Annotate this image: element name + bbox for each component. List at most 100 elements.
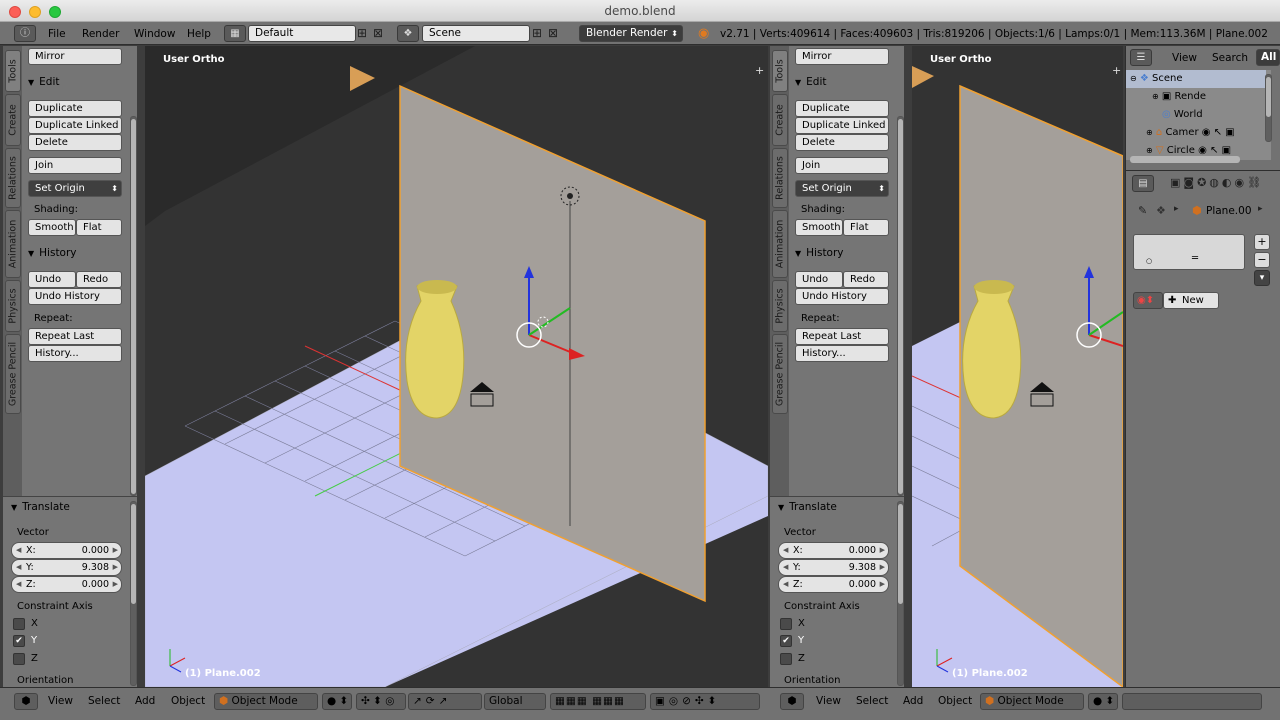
- history-section-header[interactable]: ▼ History: [795, 247, 844, 259]
- constraint-z-checkbox[interactable]: [13, 653, 25, 665]
- render-engine-dropdown[interactable]: Blender Render ⬍: [579, 25, 683, 42]
- tab-grease-pencil[interactable]: Grease Pencil: [5, 334, 21, 414]
- outliner-row-world[interactable]: ◎ World: [1126, 106, 1266, 124]
- mirror-button[interactable]: Mirror: [28, 48, 122, 65]
- add-layout-icon[interactable]: ⊞: [357, 26, 367, 40]
- mirror-button[interactable]: Mirror: [795, 48, 889, 65]
- editor-type-icon[interactable]: ⬢: [780, 693, 804, 710]
- duplicate-linked-button[interactable]: Duplicate Linked: [795, 117, 889, 134]
- tab-create[interactable]: Create: [772, 94, 788, 146]
- render-toggle-icon[interactable]: ▣: [1225, 127, 1234, 138]
- eye-icon[interactable]: ◉: [1198, 145, 1207, 156]
- delete-button[interactable]: Delete: [28, 134, 122, 151]
- translate-panel-header[interactable]: ▼ Translate: [778, 501, 837, 513]
- history-button[interactable]: History...: [795, 345, 889, 362]
- properties-editor-icon[interactable]: ▤: [1132, 175, 1154, 192]
- help-menu[interactable]: Help: [187, 28, 211, 40]
- plus-icon[interactable]: +: [1112, 64, 1121, 77]
- tool-shelf-scrollbar[interactable]: [897, 116, 904, 496]
- snap-tools[interactable]: ▣◎⊘✣⬍: [650, 693, 760, 710]
- cursor-icon[interactable]: ↖: [1210, 145, 1218, 156]
- join-button[interactable]: Join: [795, 157, 889, 174]
- drag-handle-icon[interactable]: ═: [1192, 253, 1198, 264]
- outliner-row-camera[interactable]: ⊕ ⌂ Camer ◉ ↖ ▣: [1126, 124, 1266, 142]
- window-menu[interactable]: Window: [134, 28, 175, 40]
- smooth-button[interactable]: Smooth: [28, 219, 76, 236]
- plus-icon[interactable]: +: [755, 64, 764, 77]
- orientation-dropdown[interactable]: Global: [484, 693, 546, 710]
- scene-icon[interactable]: ❖: [397, 25, 419, 42]
- add-slot-button[interactable]: +: [1254, 234, 1270, 250]
- select-menu[interactable]: Select: [88, 695, 120, 707]
- redo-button[interactable]: Redo: [76, 271, 122, 288]
- smooth-button[interactable]: Smooth: [795, 219, 843, 236]
- tab-relations[interactable]: Relations: [772, 148, 788, 208]
- eye-icon[interactable]: ◉: [1202, 127, 1211, 138]
- repeat-last-button[interactable]: Repeat Last: [28, 328, 122, 345]
- undo-history-button[interactable]: Undo History: [795, 288, 889, 305]
- translate-panel-header[interactable]: ▼ Translate: [11, 501, 70, 513]
- outliner-view-menu[interactable]: View: [1172, 52, 1197, 64]
- vector-y-field[interactable]: ◀ Y: 9.308 ▶: [11, 559, 122, 576]
- object-menu[interactable]: Object: [938, 695, 972, 707]
- editor-type-icon[interactable]: ⬢: [14, 693, 38, 710]
- set-origin-dropdown[interactable]: Set Origin ⬍: [795, 180, 889, 197]
- constraint-x-checkbox[interactable]: [780, 618, 792, 630]
- shading-dropdown[interactable]: ● ⬍: [322, 693, 352, 710]
- tab-tools[interactable]: Tools: [772, 50, 788, 92]
- mode-dropdown[interactable]: ⬢ Object Mode: [980, 693, 1084, 710]
- constraint-y-checkbox[interactable]: ✔: [780, 635, 792, 647]
- tab-animation[interactable]: Animation: [5, 210, 21, 278]
- scene-field[interactable]: Scene: [422, 25, 530, 42]
- file-menu[interactable]: File: [48, 28, 66, 40]
- material-browse-button[interactable]: ◉⬍: [1133, 292, 1163, 309]
- redo-button[interactable]: Redo: [843, 271, 889, 288]
- render-menu[interactable]: Render: [82, 28, 119, 40]
- info-editor-type-icon[interactable]: ⓘ: [14, 25, 36, 42]
- view-menu[interactable]: View: [816, 695, 841, 707]
- screen-layout-field[interactable]: Default: [248, 25, 356, 42]
- tab-grease-pencil[interactable]: Grease Pencil: [772, 334, 788, 414]
- outliner-search-menu[interactable]: Search: [1212, 52, 1248, 64]
- pin-icon[interactable]: ✎: [1138, 204, 1147, 217]
- shading-dropdown[interactable]: ● ⬍: [1088, 693, 1118, 710]
- flat-button[interactable]: Flat: [76, 219, 122, 236]
- constraint-x-checkbox[interactable]: [13, 618, 25, 630]
- tab-animation[interactable]: Animation: [772, 210, 788, 278]
- tab-physics[interactable]: Physics: [772, 280, 788, 332]
- history-section-header[interactable]: ▼ History: [28, 247, 77, 259]
- duplicate-linked-button[interactable]: Duplicate Linked: [28, 117, 122, 134]
- outliner-editor-icon[interactable]: ☰: [1130, 49, 1152, 66]
- outliner-row-render[interactable]: ⊕ ▣ Rende: [1126, 88, 1266, 106]
- join-button[interactable]: Join: [28, 157, 122, 174]
- tab-physics[interactable]: Physics: [5, 280, 21, 332]
- properties-context-tabs[interactable]: ▣◙✪◍◐◉⛓: [1170, 176, 1264, 189]
- remove-layout-icon[interactable]: ⊠: [373, 26, 383, 40]
- select-menu[interactable]: Select: [856, 695, 888, 707]
- mode-dropdown[interactable]: ⬢ Object Mode: [214, 693, 318, 710]
- material-slot-list[interactable]: ○ ═: [1133, 234, 1245, 270]
- screen-layout-icon[interactable]: ▦: [224, 25, 246, 42]
- tool-shelf-scrollbar[interactable]: [130, 116, 137, 496]
- outliner-row-scene[interactable]: ⊖ ❖ Scene: [1126, 70, 1266, 88]
- operator-scrollbar[interactable]: [130, 501, 137, 686]
- repeat-last-button[interactable]: Repeat Last: [795, 328, 889, 345]
- history-button[interactable]: History...: [28, 345, 122, 362]
- constraint-y-checkbox[interactable]: ✔: [13, 635, 25, 647]
- constraint-z-checkbox[interactable]: [780, 653, 792, 665]
- vector-y-field[interactable]: ◀ Y: 9.308 ▶: [778, 559, 889, 576]
- vector-z-field[interactable]: ◀ Z: 0.000 ▶: [11, 576, 122, 593]
- tab-create[interactable]: Create: [5, 94, 21, 146]
- vector-x-field[interactable]: ◀ X: 0.000 ▶: [11, 542, 122, 559]
- add-menu[interactable]: Add: [903, 695, 923, 707]
- slot-specials-button[interactable]: ▾: [1254, 270, 1270, 286]
- layer-buttons[interactable]: ▦▦▦ ▦▦▦: [550, 693, 646, 710]
- cursor-icon[interactable]: ↖: [1214, 127, 1222, 138]
- undo-button[interactable]: Undo: [795, 271, 843, 288]
- pivot-dropdown[interactable]: ✣ ⬍ ◎: [356, 693, 406, 710]
- operator-scrollbar[interactable]: [897, 501, 904, 686]
- add-menu[interactable]: Add: [135, 695, 155, 707]
- render-toggle-icon[interactable]: ▣: [1222, 145, 1231, 156]
- edit-section-header[interactable]: ▼ Edit: [28, 76, 60, 88]
- tab-tools[interactable]: Tools: [5, 50, 21, 92]
